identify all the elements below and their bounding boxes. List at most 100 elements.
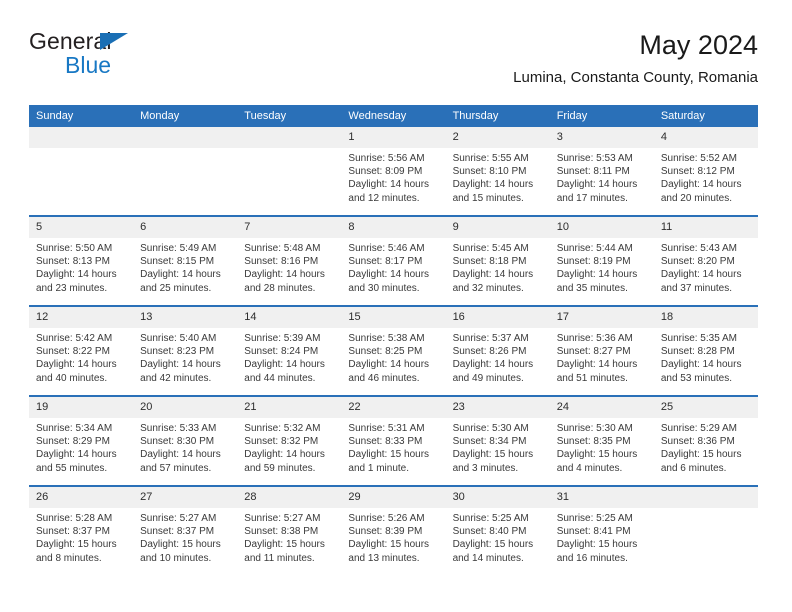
calendar-day-cell[interactable]: 9 Sunrise: 5:45 AM Sunset: 8:18 PM Daylight… <box>445 215 550 306</box>
calendar-week-row: 26 Sunrise: 5:28 AM Sunset: 8:37 PM Dayligh… <box>29 485 758 575</box>
triangle-icon <box>100 33 128 50</box>
sunset-time: Sunset: 8:15 PM <box>140 256 215 268</box>
day-number: 12 <box>29 307 134 328</box>
day-details: Sunrise: 5:32 AM Sunset: 8:32 PM Daylight:… <box>237 418 341 475</box>
day-details: Sunrise: 5:45 AM Sunset: 8:18 PM Daylight:… <box>446 238 550 295</box>
day-details: Sunrise: 5:27 AM Sunset: 8:37 PM Daylight:… <box>133 508 237 565</box>
calendar-day-cell[interactable]: 2 Sunrise: 5:55 AM Sunset: 8:10 PM Daylight… <box>445 127 550 216</box>
weekday-header-wednesday: Wednesday <box>341 105 446 127</box>
calendar-day-cell[interactable]: 27 Sunrise: 5:27 AM Sunset: 8:37 PM Dayligh… <box>133 485 238 575</box>
day-details: Sunrise: 5:46 AM Sunset: 8:17 PM Daylight:… <box>341 238 445 295</box>
day-details: Sunrise: 5:55 AM Sunset: 8:10 PM Daylight:… <box>446 148 550 205</box>
calendar-day-cell[interactable]: 7 Sunrise: 5:48 AM Sunset: 8:16 PM Daylight… <box>237 215 342 306</box>
sunrise-time: Sunrise: 5:42 AM <box>36 333 113 344</box>
calendar-week-row: 19 Sunrise: 5:34 AM Sunset: 8:29 PM Dayligh… <box>29 395 758 486</box>
day-details: Sunrise: 5:34 AM Sunset: 8:29 PM Daylight:… <box>29 418 133 475</box>
calendar-day-cell[interactable]: 1 Sunrise: 5:56 AM Sunset: 8:09 PM Daylight… <box>341 127 446 216</box>
calendar-body: 1 Sunrise: 5:56 AM Sunset: 8:09 PM Daylight… <box>29 127 758 575</box>
sunset-time: Sunset: 8:10 PM <box>452 166 527 178</box>
day-details: Sunrise: 5:42 AM Sunset: 8:22 PM Daylight:… <box>29 328 133 385</box>
day-number: 21 <box>237 397 342 418</box>
calendar-day-cell[interactable]: 4 Sunrise: 5:52 AM Sunset: 8:12 PM Daylight… <box>653 127 758 216</box>
daylight-duration-line1: Daylight: 14 hours <box>452 179 534 191</box>
calendar-grid: Sunday Monday Tuesday Wednesday Thursday… <box>29 105 758 575</box>
calendar-cell-empty <box>133 127 238 216</box>
calendar-day-cell[interactable]: 22 Sunrise: 5:31 AM Sunset: 8:33 PM Dayligh… <box>341 395 446 486</box>
daylight-duration-line1: Daylight: 15 hours <box>452 539 534 551</box>
day-details: Sunrise: 5:29 AM Sunset: 8:36 PM Daylight:… <box>654 418 758 475</box>
calendar-day-cell[interactable]: 14 Sunrise: 5:39 AM Sunset: 8:24 PM Dayligh… <box>237 305 342 396</box>
calendar-day-cell[interactable]: 30 Sunrise: 5:25 AM Sunset: 8:40 PM Dayligh… <box>445 485 550 575</box>
weekday-header-tuesday: Tuesday <box>237 105 342 127</box>
sunrise-time: Sunrise: 5:46 AM <box>348 243 425 254</box>
calendar-day-cell[interactable]: 17 Sunrise: 5:36 AM Sunset: 8:27 PM Dayligh… <box>549 305 654 396</box>
daylight-duration-line2: and 1 minute. <box>348 462 410 474</box>
sunrise-time: Sunrise: 5:25 AM <box>556 513 633 524</box>
day-number: 19 <box>29 397 134 418</box>
daylight-duration-line1: Daylight: 15 hours <box>36 539 117 551</box>
daylight-duration-line2: and 17 minutes. <box>556 192 628 204</box>
calendar-day-cell[interactable]: 19 Sunrise: 5:34 AM Sunset: 8:29 PM Dayligh… <box>29 395 134 486</box>
day-number: 23 <box>445 397 550 418</box>
day-number: 1 <box>341 127 446 148</box>
sunrise-time: Sunrise: 5:39 AM <box>244 333 321 344</box>
day-number: 14 <box>237 307 342 328</box>
daylight-duration-line2: and 40 minutes. <box>36 372 108 384</box>
brand-logo[interactable]: General Blue <box>29 28 329 78</box>
sunrise-time: Sunrise: 5:31 AM <box>348 423 425 434</box>
day-number: 18 <box>653 307 758 328</box>
calendar-day-cell[interactable]: 23 Sunrise: 5:30 AM Sunset: 8:34 PM Dayligh… <box>445 395 550 486</box>
daylight-duration-line1: Daylight: 15 hours <box>140 539 221 551</box>
daylight-duration-line2: and 53 minutes. <box>660 372 733 384</box>
calendar-day-cell[interactable]: 8 Sunrise: 5:46 AM Sunset: 8:17 PM Daylight… <box>341 215 446 306</box>
day-details: Sunrise: 5:43 AM Sunset: 8:20 PM Daylight:… <box>654 238 758 295</box>
calendar-day-cell[interactable]: 12 Sunrise: 5:42 AM Sunset: 8:22 PM Dayligh… <box>29 305 134 396</box>
daylight-duration-line1: Daylight: 15 hours <box>244 539 325 551</box>
daylight-duration-line1: Daylight: 14 hours <box>556 359 638 371</box>
daylight-duration-line2: and 3 minutes. <box>452 462 519 474</box>
calendar-day-cell[interactable]: 15 Sunrise: 5:38 AM Sunset: 8:25 PM Dayligh… <box>341 305 446 396</box>
day-details: Sunrise: 5:25 AM Sunset: 8:41 PM Daylight:… <box>550 508 654 565</box>
sunset-time: Sunset: 8:20 PM <box>660 256 735 268</box>
day-number: 27 <box>133 487 238 508</box>
day-number: 24 <box>549 397 654 418</box>
calendar-day-cell[interactable]: 31 Sunrise: 5:25 AM Sunset: 8:41 PM Dayligh… <box>549 485 654 575</box>
day-details: Sunrise: 5:52 AM Sunset: 8:12 PM Daylight:… <box>654 148 758 205</box>
daylight-duration-line1: Daylight: 14 hours <box>452 359 534 371</box>
day-number: 5 <box>29 217 134 238</box>
title-block: May 2024 Lumina, Constanta County, Roman… <box>513 28 758 87</box>
sunset-time: Sunset: 8:32 PM <box>244 436 319 448</box>
day-details: Sunrise: 5:27 AM Sunset: 8:38 PM Daylight:… <box>237 508 341 565</box>
calendar-day-cell[interactable]: 5 Sunrise: 5:50 AM Sunset: 8:13 PM Daylight… <box>29 215 134 306</box>
sunrise-time: Sunrise: 5:49 AM <box>140 243 217 254</box>
day-details: Sunrise: 5:48 AM Sunset: 8:16 PM Daylight:… <box>237 238 341 295</box>
calendar-day-cell[interactable]: 25 Sunrise: 5:29 AM Sunset: 8:36 PM Dayligh… <box>653 395 758 486</box>
sunrise-time: Sunrise: 5:32 AM <box>244 423 321 434</box>
weekday-header-friday: Friday <box>549 105 654 127</box>
calendar-day-cell[interactable]: 20 Sunrise: 5:33 AM Sunset: 8:30 PM Dayligh… <box>133 395 238 486</box>
calendar-day-cell[interactable]: 18 Sunrise: 5:35 AM Sunset: 8:28 PM Dayligh… <box>653 305 758 396</box>
calendar-day-cell[interactable]: 24 Sunrise: 5:30 AM Sunset: 8:35 PM Dayligh… <box>549 395 654 486</box>
calendar-day-cell[interactable]: 6 Sunrise: 5:49 AM Sunset: 8:15 PM Daylight… <box>133 215 238 306</box>
daylight-duration-line1: Daylight: 14 hours <box>140 269 221 281</box>
calendar-day-cell[interactable]: 21 Sunrise: 5:32 AM Sunset: 8:32 PM Dayligh… <box>237 395 342 486</box>
day-number: 8 <box>341 217 446 238</box>
calendar-day-cell[interactable]: 16 Sunrise: 5:37 AM Sunset: 8:26 PM Dayligh… <box>445 305 550 396</box>
day-number: 22 <box>341 397 446 418</box>
day-number: 20 <box>133 397 238 418</box>
calendar-day-cell[interactable]: 10 Sunrise: 5:44 AM Sunset: 8:19 PM Dayligh… <box>549 215 654 306</box>
daylight-duration-line2: and 6 minutes. <box>660 462 727 474</box>
calendar-day-cell[interactable]: 28 Sunrise: 5:27 AM Sunset: 8:38 PM Dayligh… <box>237 485 342 575</box>
calendar-day-cell[interactable]: 11 Sunrise: 5:43 AM Sunset: 8:20 PM Dayligh… <box>653 215 758 306</box>
calendar-day-cell[interactable]: 13 Sunrise: 5:40 AM Sunset: 8:23 PM Dayligh… <box>133 305 238 396</box>
brand-name-blue: Blue <box>65 52 112 78</box>
day-details: Sunrise: 5:28 AM Sunset: 8:37 PM Daylight:… <box>29 508 133 565</box>
day-number: 7 <box>237 217 342 238</box>
calendar-day-cell[interactable]: 29 Sunrise: 5:26 AM Sunset: 8:39 PM Dayligh… <box>341 485 446 575</box>
day-number: 11 <box>653 217 758 238</box>
daylight-duration-line2: and 42 minutes. <box>140 372 212 384</box>
sunset-time: Sunset: 8:37 PM <box>140 526 215 538</box>
day-details: Sunrise: 5:38 AM Sunset: 8:25 PM Daylight:… <box>341 328 445 385</box>
calendar-day-cell[interactable]: 3 Sunrise: 5:53 AM Sunset: 8:11 PM Daylight… <box>549 127 654 216</box>
calendar-day-cell[interactable]: 26 Sunrise: 5:28 AM Sunset: 8:37 PM Dayligh… <box>29 485 134 575</box>
